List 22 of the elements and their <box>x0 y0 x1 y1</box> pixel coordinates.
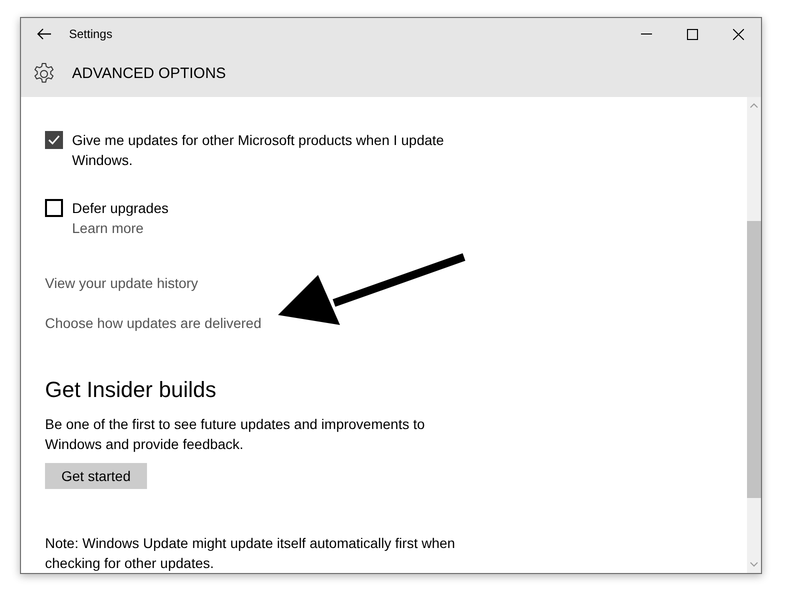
checkbox[interactable] <box>45 199 63 217</box>
learn-more-link[interactable]: Learn more <box>72 218 144 238</box>
scroll-down-icon[interactable] <box>750 562 758 567</box>
checkbox-label: Give me updates for other Microsoft products when I update Windows. <box>72 131 445 170</box>
get-started-button[interactable]: Get started <box>45 463 147 489</box>
window-title: Settings <box>69 27 114 41</box>
settings-link[interactable]: Choose how updates are delivered <box>45 313 262 333</box>
scroll-up-icon[interactable] <box>750 103 758 108</box>
minimize-icon <box>640 33 652 35</box>
checkbox[interactable] <box>45 131 63 149</box>
back-arrow-icon <box>37 28 51 40</box>
settings-icon <box>32 62 56 86</box>
section-description: Be one of the first to see future updates and improvements to Windows and provide feedback. <box>45 415 426 454</box>
scrollbar-thumb[interactable] <box>747 221 761 498</box>
settings-link[interactable]: View your update history <box>45 273 198 293</box>
checkmark-icon <box>48 135 60 145</box>
note-text: Note: Windows Update might update itself automatically first when checking for other updates. <box>45 534 456 573</box>
page-title: ADVANCED OPTIONS <box>72 65 226 82</box>
section-heading: Get Insider builds <box>45 376 218 404</box>
close-icon <box>732 28 744 40</box>
maximize-icon <box>686 28 698 40</box>
checkbox-label: Defer upgrades <box>72 199 169 218</box>
